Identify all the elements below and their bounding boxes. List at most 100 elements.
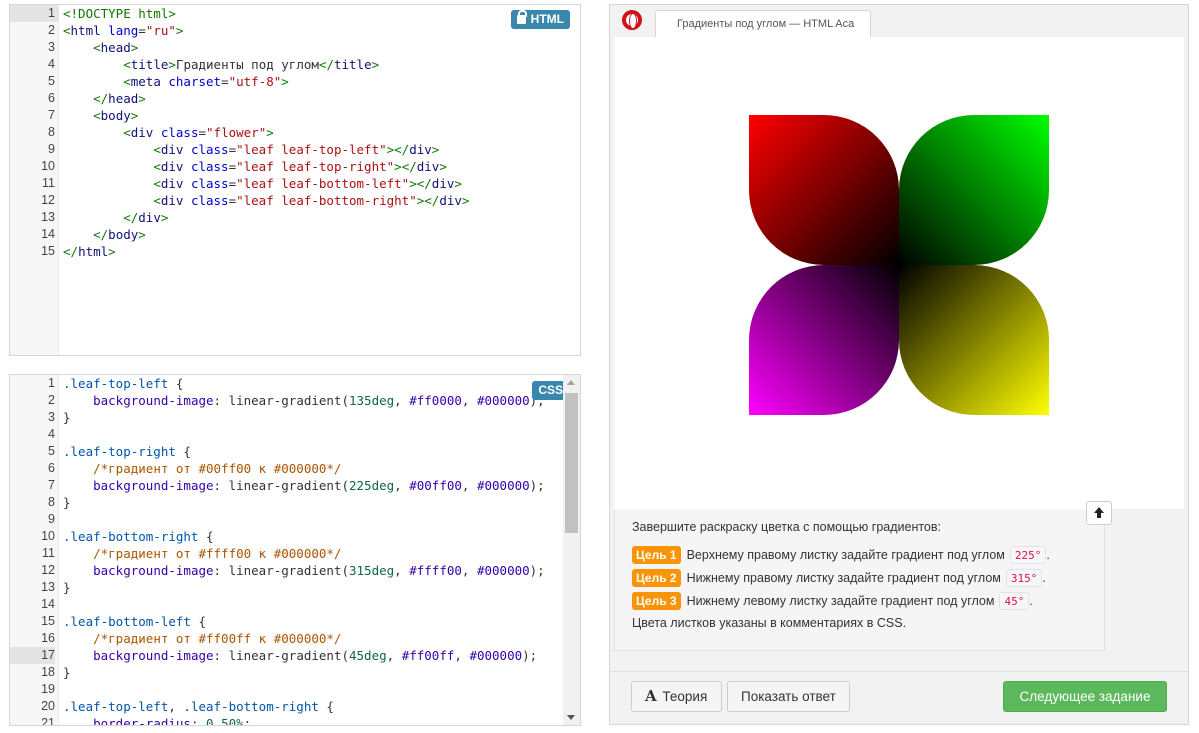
preview-tab[interactable]: Градиенты под углом — HTML Aca: [655, 10, 871, 38]
leaf-top-left: [749, 115, 899, 265]
css-badge-label: CSS: [538, 383, 563, 397]
collapse-up-button[interactable]: [1086, 501, 1112, 525]
line-number: 15: [41, 244, 55, 258]
scroll-up-icon[interactable]: [567, 380, 575, 385]
code-line[interactable]: 6 /*градиент от #00ff00 к #000000*/: [10, 460, 580, 477]
line-text: .leaf-bottom-left {: [63, 614, 206, 629]
code-line[interactable]: 13 </div>: [10, 209, 580, 226]
line-number: 8: [48, 495, 55, 509]
line-text: }: [63, 665, 71, 680]
line-number: 14: [41, 597, 55, 611]
line-number: 4: [48, 427, 55, 441]
code-line[interactable]: 2 <html lang="ru">: [10, 22, 580, 39]
line-text: /*градиент от #00ff00 к #000000*/: [93, 461, 342, 476]
css-editor[interactable]: 1 .leaf-top-left {2 background-image: lin…: [9, 374, 581, 726]
line-text: <title>Градиенты под углом</title>: [123, 57, 380, 72]
goal-end: .: [1046, 547, 1050, 562]
code-line[interactable]: 3 <head>: [10, 39, 580, 56]
scrollbar[interactable]: [563, 375, 580, 725]
task-intro: Завершите раскраску цветка с помощью гра…: [632, 520, 942, 534]
code-line[interactable]: 19: [10, 681, 580, 698]
goal-code: 315°: [1005, 568, 1043, 587]
code-line[interactable]: 4 <title>Градиенты под углом</title>: [10, 56, 580, 73]
line-text: <meta charset="utf-8">: [123, 74, 289, 89]
goal-badge: Цель 1: [632, 545, 681, 564]
line-text: border-radius: 0 50%;: [93, 716, 252, 726]
line-number: 13: [41, 210, 55, 224]
preview-tabbar: Градиенты под углом — HTML Aca: [610, 5, 1188, 38]
scroll-down-icon[interactable]: [567, 715, 575, 720]
code-line[interactable]: 10 <div class="leaf leaf-top-right"></di…: [10, 158, 580, 175]
theory-button[interactable]: A Теория: [631, 681, 722, 712]
code-line[interactable]: 5 <meta charset="utf-8">: [10, 73, 580, 90]
code-line[interactable]: 5 .leaf-top-right {: [10, 443, 580, 460]
code-line[interactable]: 15 .leaf-bottom-left {: [10, 613, 580, 630]
code-line[interactable]: 1 <!DOCTYPE html>: [10, 5, 580, 22]
leaf-bottom-right: [899, 265, 1049, 415]
code-line[interactable]: 9 <div class="leaf leaf-top-left"></div>: [10, 141, 580, 158]
line-number: 10: [41, 529, 55, 543]
code-line[interactable]: 14 </body>: [10, 226, 580, 243]
code-line[interactable]: 11 <div class="leaf leaf-bottom-left"></…: [10, 175, 580, 192]
html-editor[interactable]: 1 <!DOCTYPE html> 2 <html lang="ru"> 3 <head…: [9, 4, 581, 356]
code-lines[interactable]: 1 <!DOCTYPE html> 2 <html lang="ru"> 3 <head…: [10, 5, 580, 260]
line-text: /*градиент от #ffff00 к #000000*/: [93, 546, 342, 561]
line-text: background-image: linear-gradient(315deg…: [93, 563, 545, 578]
code-line[interactable]: 12 <div class="leaf leaf-bottom-right"><…: [10, 192, 580, 209]
line-text: .leaf-top-left, .leaf-bottom-right {: [63, 699, 334, 714]
code-line[interactable]: 7 <body>: [10, 107, 580, 124]
line-number: 6: [48, 91, 55, 105]
lock-icon: [516, 10, 527, 24]
code-line[interactable]: 13}: [10, 579, 580, 596]
code-line[interactable]: 11 /*градиент от #ffff00 к #000000*/: [10, 545, 580, 562]
html-badge: HTML: [510, 10, 570, 29]
code-line[interactable]: 14: [10, 596, 580, 613]
line-number: 17: [10, 647, 55, 664]
line-number: 5: [48, 444, 55, 458]
line-text: .leaf-top-right {: [63, 444, 191, 459]
code-line[interactable]: 8 <div class="flower">: [10, 124, 580, 141]
code-lines[interactable]: 1 .leaf-top-left {2 background-image: lin…: [10, 375, 580, 726]
next-task-button[interactable]: Следующее задание: [1003, 681, 1167, 712]
code-line[interactable]: 15 </html>: [10, 243, 580, 260]
code-line[interactable]: 10 .leaf-bottom-right {: [10, 528, 580, 545]
leaf-bottom-left: [749, 265, 899, 415]
line-number: 18: [41, 665, 55, 679]
line-text: }: [63, 580, 71, 595]
code-line[interactable]: 16 /*градиент от #ff00ff к #000000*/: [10, 630, 580, 647]
line-text: </html>: [63, 244, 116, 259]
line-number: 4: [48, 57, 55, 71]
code-line[interactable]: 20 .leaf-top-left, .leaf-bottom-right {: [10, 698, 580, 715]
task-note: Цвета листков указаны в комментариях в C…: [632, 616, 907, 630]
theory-icon: A: [645, 687, 657, 705]
line-number: 11: [42, 546, 55, 560]
code-line[interactable]: 9: [10, 511, 580, 528]
line-number: 7: [48, 478, 55, 492]
code-line[interactable]: 7 background-image: linear-gradient(225d…: [10, 477, 580, 494]
line-number: 2: [48, 393, 55, 407]
preview-panel: Градиенты под углом — HTML Aca Завершите…: [609, 4, 1189, 725]
code-line[interactable]: 17 background-image: linear-gradient(45d…: [10, 647, 580, 664]
line-text: }: [63, 410, 71, 425]
code-line[interactable]: 21 border-radius: 0 50%;: [10, 715, 580, 726]
code-line[interactable]: 6 </head>: [10, 90, 580, 107]
goal-badge: Цель 2: [632, 568, 681, 587]
line-number: 1: [48, 376, 55, 390]
line-number: 13: [41, 580, 55, 594]
line-number: 3: [48, 40, 55, 54]
code-line[interactable]: 12 background-image: linear-gradient(315…: [10, 562, 580, 579]
line-number: 16: [41, 631, 55, 645]
line-number: 5: [48, 74, 55, 88]
scrollbar-thumb[interactable]: [565, 393, 578, 533]
code-line[interactable]: 18}: [10, 664, 580, 681]
show-answer-button[interactable]: Показать ответ: [727, 681, 850, 712]
code-line[interactable]: 8}: [10, 494, 580, 511]
code-line[interactable]: 4: [10, 426, 580, 443]
code-line[interactable]: 3}: [10, 409, 580, 426]
code-line[interactable]: 2 background-image: linear-gradient(135d…: [10, 392, 580, 409]
code-line[interactable]: 1 .leaf-top-left {: [10, 375, 580, 392]
line-text: <body>: [93, 108, 139, 123]
line-text: <div class="leaf leaf-bottom-left"></div…: [153, 176, 462, 191]
line-text: <div class="leaf leaf-top-right"></div>: [153, 159, 447, 174]
goal-2: Цель 2 Нижнему правому листку задайте гр…: [632, 566, 1104, 589]
